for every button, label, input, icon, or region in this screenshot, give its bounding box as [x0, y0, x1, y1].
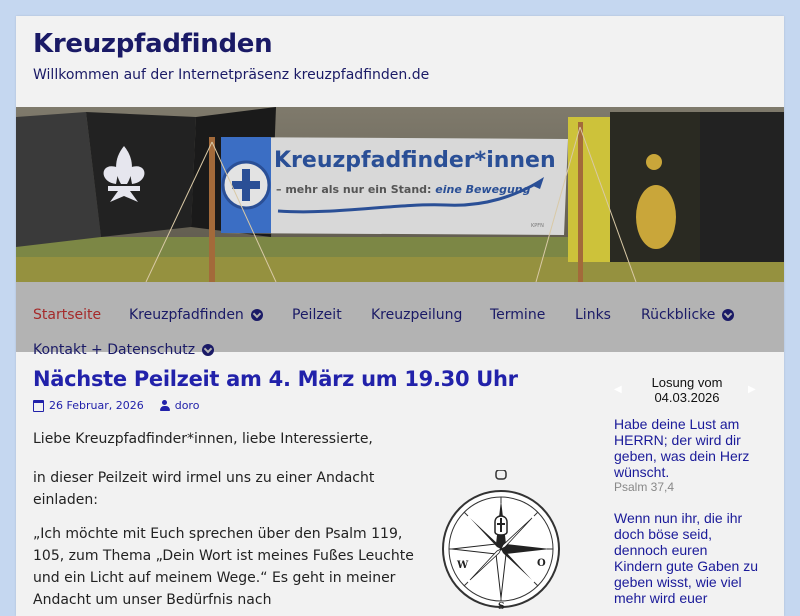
calendar-icon	[33, 399, 44, 412]
losung-verse: Habe deine Lust am HERRN; der wird dir g…	[614, 416, 750, 480]
nav-label: Startseite	[33, 307, 102, 323]
nav-label: Peilzeit	[292, 307, 342, 323]
nav-item-kreuzpfadfinden[interactable]: Kreuzpfadfinden	[129, 307, 263, 323]
post-date[interactable]: 26 Februar, 2026	[49, 399, 144, 412]
banner-sign-subtitle: – mehr als nur ein Stand:	[276, 183, 435, 196]
post-paragraph: „Ich möchte mit Euch sprechen über den P…	[33, 526, 414, 608]
post-title[interactable]: Nächste Peilzeit am 4. März um 19.30 Uhr	[33, 367, 518, 391]
nav-label: Rückblicke	[641, 307, 716, 323]
lehrtext: Wenn nun ihr, die ihr doch böse seid, de…	[614, 510, 758, 606]
chevron-down-icon[interactable]	[202, 344, 215, 356]
compass-south-label: S	[498, 602, 505, 612]
nav-label: Termine	[490, 307, 546, 323]
compass-east-label: O	[537, 558, 546, 569]
compass-west-label: W	[456, 560, 469, 571]
compass-image: W O S	[442, 470, 560, 612]
post-meta: 26 Februar, 2026 doro	[33, 399, 199, 412]
user-icon	[159, 400, 170, 411]
nav-label: Links	[575, 307, 611, 323]
banner-sign-title: Kreuzpfadfinder*innen	[274, 148, 556, 173]
chevron-down-icon[interactable]	[722, 309, 735, 321]
nav-label: Kreuzpfadfinden	[129, 307, 244, 323]
banner-sign-small: KPFN	[531, 223, 544, 229]
previous-losung-arrow-icon[interactable]: ◀	[614, 384, 622, 395]
nav-item-rueckblicke[interactable]: Rückblicke	[641, 307, 735, 323]
losung-heading: Losung vom 04.03.2026	[622, 375, 752, 405]
page-frame: Kreuzpfadfinden Willkommen auf der Inter…	[16, 16, 784, 616]
nav-item-startseite[interactable]: Startseite	[33, 307, 101, 323]
nav-item-peilzeit[interactable]: Peilzeit	[292, 307, 342, 323]
nav-item-kreuzpeilung[interactable]: Kreuzpeilung	[371, 307, 462, 323]
chevron-down-icon[interactable]	[250, 309, 263, 321]
site-title[interactable]: Kreuzpfadfinden	[33, 29, 273, 59]
main-navigation: Startseite Kreuzpfadfinden Peilzeit Kreu…	[16, 282, 784, 358]
losung-title: Losung vom	[651, 375, 723, 390]
nav-item-termine[interactable]: Termine	[490, 307, 545, 323]
svg-text:– mehr als nur ein Stand: eine: – mehr als nur ein Stand: eine Bewegung	[276, 183, 531, 196]
post-paragraph: Liebe Kreuzpfadfinder*innen, liebe Inter…	[33, 431, 373, 447]
losung-reference: Psalm 37,4	[614, 480, 675, 494]
nav-item-kontakt-datenschutz[interactable]: Kontakt + Datenschutz	[33, 342, 215, 358]
next-losung-arrow-icon[interactable]: ▶	[748, 384, 756, 395]
nav-item-links[interactable]: Links	[575, 307, 611, 323]
site-description: Willkommen auf der Internetpräsenz kreuz…	[33, 67, 430, 83]
header-banner-image: Kreuzpfadfinder*innen – mehr als nur ein…	[16, 107, 784, 282]
post-paragraph: in dieser Peilzeit wird irmel uns zu ein…	[33, 470, 375, 508]
losung-date: 04.03.2026	[654, 390, 720, 405]
nav-label: Kreuzpeilung	[371, 307, 463, 323]
nav-label: Kontakt + Datenschutz	[33, 342, 196, 358]
post-author[interactable]: doro	[175, 399, 200, 412]
